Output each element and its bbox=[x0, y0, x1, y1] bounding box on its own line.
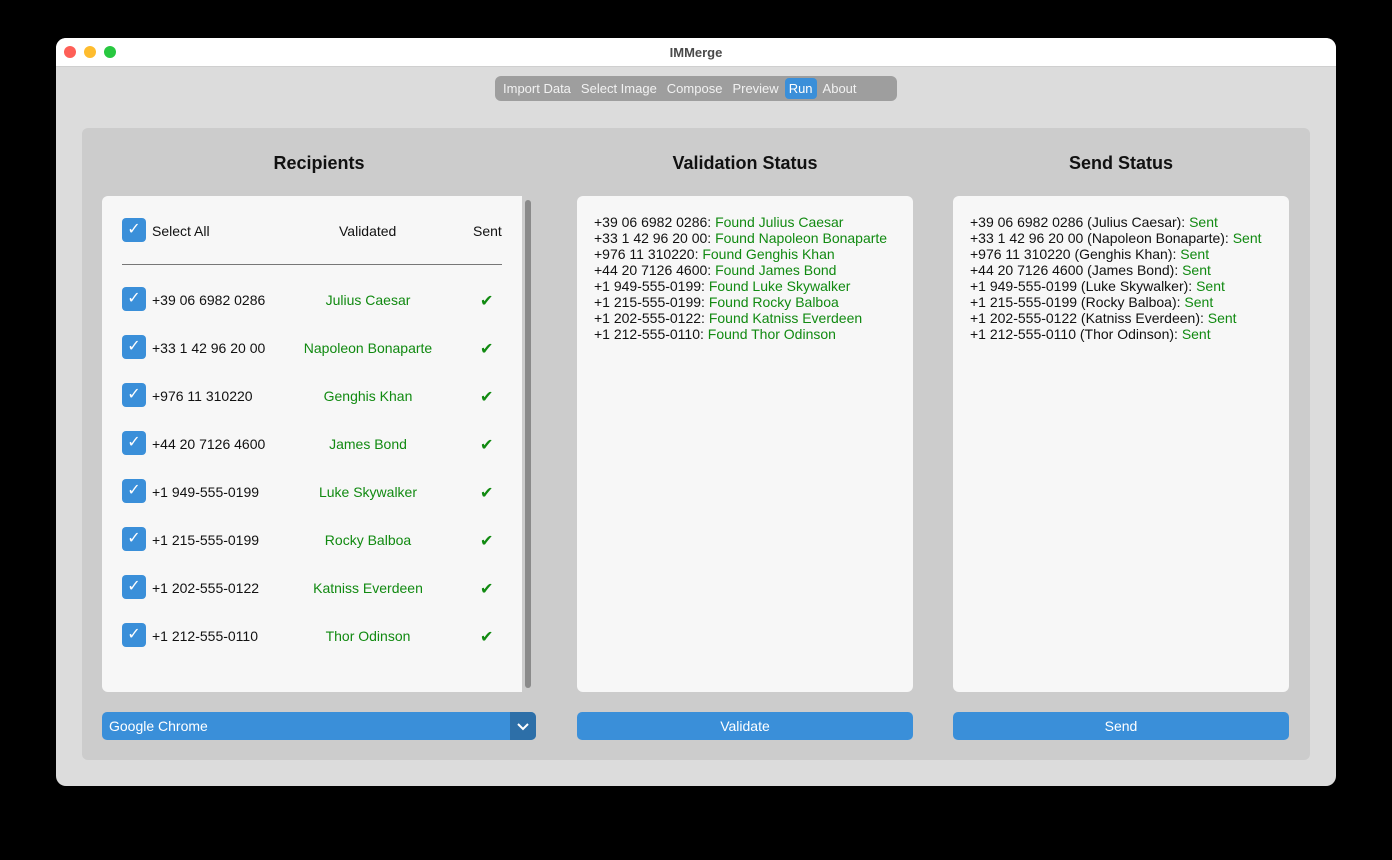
recipient-checkbox[interactable]: ✓ bbox=[122, 431, 146, 455]
send-line: +976 11 310220 (Genghis Khan): Sent bbox=[970, 246, 1210, 262]
send-line: +1 215-555-0199 (Rocky Balboa): Sent bbox=[970, 294, 1214, 310]
validation-line: +1 202-555-0122: Found Katniss Everdeen bbox=[594, 310, 863, 326]
checkmark-icon: ✓ bbox=[127, 530, 141, 547]
sent-check-icon: ✔ bbox=[480, 533, 494, 550]
recipients-scrollbar[interactable] bbox=[525, 200, 531, 688]
validation-line: +44 20 7126 4600: Found James Bond bbox=[594, 262, 837, 278]
select-all-label: Select All bbox=[152, 223, 210, 239]
tab-run[interactable]: Run bbox=[784, 78, 817, 99]
recipient-checkbox[interactable]: ✓ bbox=[122, 575, 146, 599]
send-status-log: +39 06 6982 0286 (Julius Caesar): Sent +… bbox=[953, 196, 1289, 692]
checkmark-icon: ✓ bbox=[127, 338, 141, 355]
sent-check-icon: ✔ bbox=[480, 293, 494, 310]
recipient-phone: +1 215-555-0199 bbox=[152, 532, 260, 548]
validation-line: +1 215-555-0199: Found Rocky Balboa bbox=[594, 294, 839, 310]
sent-check-icon: ✔ bbox=[480, 485, 494, 502]
tab-select-image[interactable]: Select Image bbox=[577, 78, 661, 99]
send-line: +1 949-555-0199 (Luke Skywalker): Sent bbox=[970, 278, 1225, 294]
sent-check-icon: ✔ bbox=[480, 581, 494, 598]
recipient-phone: +1 949-555-0199 bbox=[152, 484, 260, 500]
tab-about[interactable]: About bbox=[819, 78, 861, 99]
recipient-validated-name: Rocky Balboa bbox=[324, 532, 412, 548]
recipient-phone: +44 20 7126 4600 bbox=[152, 436, 266, 452]
validation-line: +976 11 310220: Found Genghis Khan bbox=[594, 246, 835, 262]
send-line: +44 20 7126 4600 (James Bond): Sent bbox=[970, 262, 1211, 278]
recipient-phone: +33 1 42 96 20 00 bbox=[152, 340, 266, 356]
tab-compose[interactable]: Compose bbox=[663, 78, 727, 99]
send-button[interactable]: Send bbox=[953, 712, 1289, 740]
tab-preview[interactable]: Preview bbox=[728, 78, 782, 99]
checkmark-icon: ✓ bbox=[127, 434, 141, 451]
recipient-validated-name: Genghis Khan bbox=[323, 388, 413, 404]
checkmark-icon: ✓ bbox=[127, 482, 141, 499]
send-line: +33 1 42 96 20 00 (Napoleon Bonaparte): … bbox=[970, 230, 1262, 246]
validation-line: +1 212-555-0110: Found Thor Odinson bbox=[594, 326, 836, 342]
sent-check-icon: ✔ bbox=[480, 389, 494, 406]
recipient-phone: +1 202-555-0122 bbox=[152, 580, 260, 596]
send-line: +1 212-555-0110 (Thor Odinson): Sent bbox=[970, 326, 1211, 342]
validation-line: +33 1 42 96 20 00: Found Napoleon Bonapa… bbox=[594, 230, 888, 246]
checkmark-icon: ✓ bbox=[127, 626, 141, 643]
validate-button[interactable]: Validate bbox=[577, 712, 913, 740]
recipient-checkbox[interactable]: ✓ bbox=[122, 479, 146, 503]
browser-select-value: Google Chrome bbox=[109, 718, 208, 734]
checkmark-icon: ✓ bbox=[127, 221, 141, 238]
recipient-validated-name: Napoleon Bonaparte bbox=[303, 340, 433, 356]
recipient-phone: +1 212-555-0110 bbox=[152, 628, 258, 644]
checkmark-icon: ✓ bbox=[127, 578, 141, 595]
recipient-phone: +39 06 6982 0286 bbox=[152, 292, 266, 308]
validation-log: +39 06 6982 0286: Found Julius Caesar +3… bbox=[577, 196, 913, 692]
header-divider bbox=[122, 264, 502, 265]
checkmark-icon: ✓ bbox=[127, 290, 141, 307]
select-all-checkbox[interactable]: ✓ bbox=[122, 218, 146, 242]
recipient-validated-name: Julius Caesar bbox=[325, 292, 411, 308]
validation-line: +1 949-555-0199: Found Luke Skywalker bbox=[594, 278, 851, 294]
sent-check-icon: ✔ bbox=[480, 437, 494, 454]
recipient-checkbox[interactable]: ✓ bbox=[122, 335, 146, 359]
recipient-checkbox[interactable]: ✓ bbox=[122, 287, 146, 311]
tab-bar: Import Data Select Image Compose Preview… bbox=[495, 76, 897, 101]
recipient-checkbox[interactable]: ✓ bbox=[122, 383, 146, 407]
recipient-validated-name: Katniss Everdeen bbox=[313, 580, 423, 596]
recipient-phone: +976 11 310220 bbox=[152, 388, 253, 404]
tab-import-data[interactable]: Import Data bbox=[499, 78, 575, 99]
send-status-heading: Send Status bbox=[1068, 153, 1174, 173]
sent-column-header: Sent bbox=[473, 223, 502, 239]
run-panel: Recipients ✓ Select All Validated Sent ✓… bbox=[82, 128, 1310, 760]
app-window: IMMerge Import Data Select Image Compose… bbox=[56, 38, 1336, 786]
window-title: IMMerge bbox=[669, 45, 723, 60]
recipient-checkbox[interactable]: ✓ bbox=[122, 527, 146, 551]
title-bar: IMMerge bbox=[56, 38, 1336, 67]
validation-heading: Validation Status bbox=[672, 153, 818, 173]
validation-line: +39 06 6982 0286: Found Julius Caesar bbox=[594, 214, 844, 230]
recipient-validated-name: Thor Odinson bbox=[325, 628, 411, 644]
send-line: +39 06 6982 0286 (Julius Caesar): Sent bbox=[970, 214, 1218, 230]
recipient-validated-name: James Bond bbox=[329, 436, 407, 452]
recipient-validated-name: Luke Skywalker bbox=[318, 484, 418, 500]
checkmark-icon: ✓ bbox=[127, 386, 141, 403]
sent-check-icon: ✔ bbox=[480, 629, 494, 646]
recipients-list[interactable]: ✓ Select All Validated Sent ✓ +39 06 698… bbox=[102, 196, 522, 692]
recipients-heading: Recipients bbox=[273, 153, 365, 173]
send-line: +1 202-555-0122 (Katniss Everdeen): Sent bbox=[970, 310, 1237, 326]
chevron-down-icon[interactable] bbox=[510, 712, 536, 740]
sent-check-icon: ✔ bbox=[480, 341, 494, 358]
browser-select[interactable]: Google Chrome bbox=[102, 712, 536, 740]
validated-column-header: Validated bbox=[339, 223, 397, 239]
recipient-checkbox[interactable]: ✓ bbox=[122, 623, 146, 647]
